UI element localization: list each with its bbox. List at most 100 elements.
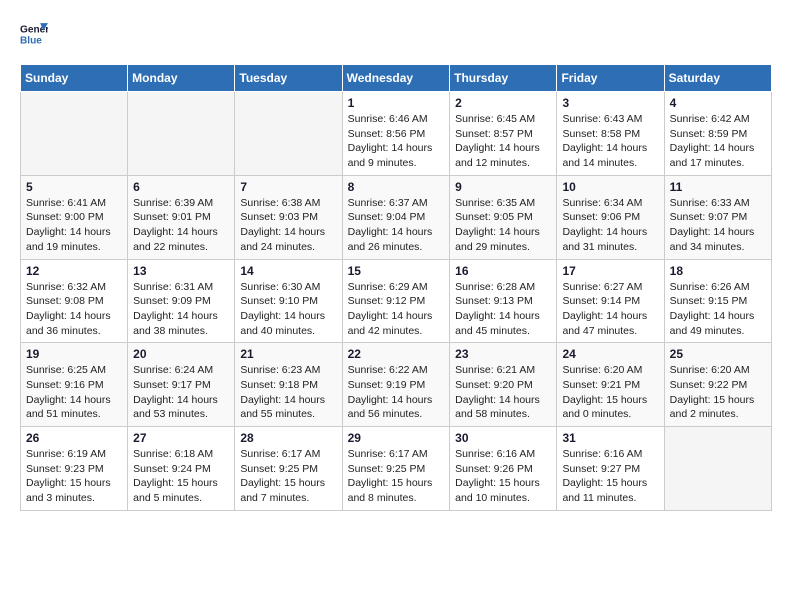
calendar-cell <box>664 427 771 511</box>
calendar-cell: 13 Sunrise: 6:31 AMSunset: 9:09 PMDayligh… <box>128 259 235 343</box>
calendar-cell: 16 Sunrise: 6:28 AMSunset: 9:13 PMDayligh… <box>450 259 557 343</box>
calendar-cell: 14 Sunrise: 6:30 AMSunset: 9:10 PMDayligh… <box>235 259 342 343</box>
calendar-cell: 21 Sunrise: 6:23 AMSunset: 9:18 PMDayligh… <box>235 343 342 427</box>
calendar-cell: 25 Sunrise: 6:20 AMSunset: 9:22 PMDayligh… <box>664 343 771 427</box>
day-info: Sunrise: 6:22 AMSunset: 9:19 PMDaylight:… <box>348 363 445 422</box>
day-number: 2 <box>455 96 551 110</box>
calendar-cell <box>21 92 128 176</box>
day-info: Sunrise: 6:34 AMSunset: 9:06 PMDaylight:… <box>562 196 658 255</box>
day-info: Sunrise: 6:30 AMSunset: 9:10 PMDaylight:… <box>240 280 336 339</box>
day-number: 25 <box>670 347 766 361</box>
svg-text:Blue: Blue <box>20 35 42 46</box>
day-number: 22 <box>348 347 445 361</box>
day-number: 30 <box>455 431 551 445</box>
day-info: Sunrise: 6:29 AMSunset: 9:12 PMDaylight:… <box>348 280 445 339</box>
calendar-cell: 30 Sunrise: 6:16 AMSunset: 9:26 PMDayligh… <box>450 427 557 511</box>
day-number: 17 <box>562 264 658 278</box>
day-number: 24 <box>562 347 658 361</box>
col-header-tuesday: Tuesday <box>235 65 342 92</box>
calendar-cell: 22 Sunrise: 6:22 AMSunset: 9:19 PMDayligh… <box>342 343 450 427</box>
day-number: 6 <box>133 180 229 194</box>
col-header-monday: Monday <box>128 65 235 92</box>
day-info: Sunrise: 6:39 AMSunset: 9:01 PMDaylight:… <box>133 196 229 255</box>
day-info: Sunrise: 6:17 AMSunset: 9:25 PMDaylight:… <box>240 447 336 506</box>
calendar-cell: 26 Sunrise: 6:19 AMSunset: 9:23 PMDayligh… <box>21 427 128 511</box>
day-number: 7 <box>240 180 336 194</box>
day-info: Sunrise: 6:18 AMSunset: 9:24 PMDaylight:… <box>133 447 229 506</box>
day-number: 3 <box>562 96 658 110</box>
calendar-cell: 19 Sunrise: 6:25 AMSunset: 9:16 PMDayligh… <box>21 343 128 427</box>
calendar-cell: 1 Sunrise: 6:46 AMSunset: 8:56 PMDaylight… <box>342 92 450 176</box>
day-info: Sunrise: 6:19 AMSunset: 9:23 PMDaylight:… <box>26 447 122 506</box>
calendar-cell: 31Sunrise: 6:16 AMSunset: 9:27 PMDayligh… <box>557 427 664 511</box>
logo-icon: General Blue <box>20 20 48 48</box>
day-info: Sunrise: 6:23 AMSunset: 9:18 PMDaylight:… <box>240 363 336 422</box>
day-info: Sunrise: 6:31 AMSunset: 9:09 PMDaylight:… <box>133 280 229 339</box>
day-number: 11 <box>670 180 766 194</box>
calendar-cell: 15 Sunrise: 6:29 AMSunset: 9:12 PMDayligh… <box>342 259 450 343</box>
day-info: Sunrise: 6:24 AMSunset: 9:17 PMDaylight:… <box>133 363 229 422</box>
day-number: 16 <box>455 264 551 278</box>
calendar-cell: 28 Sunrise: 6:17 AMSunset: 9:25 PMDayligh… <box>235 427 342 511</box>
day-info: Sunrise: 6:25 AMSunset: 9:16 PMDaylight:… <box>26 363 122 422</box>
logo: General Blue <box>20 20 48 48</box>
day-info: Sunrise: 6:27 AMSunset: 9:14 PMDaylight:… <box>562 280 658 339</box>
day-number: 19 <box>26 347 122 361</box>
day-info: Sunrise: 6:42 AMSunset: 8:59 PMDaylight:… <box>670 112 766 171</box>
day-number: 8 <box>348 180 445 194</box>
day-number: 26 <box>26 431 122 445</box>
calendar-cell: 2 Sunrise: 6:45 AMSunset: 8:57 PMDaylight… <box>450 92 557 176</box>
day-number: 21 <box>240 347 336 361</box>
calendar-cell <box>235 92 342 176</box>
day-number: 31 <box>562 431 658 445</box>
day-info: Sunrise: 6:46 AMSunset: 8:56 PMDaylight:… <box>348 112 445 171</box>
day-number: 20 <box>133 347 229 361</box>
day-number: 15 <box>348 264 445 278</box>
day-info: Sunrise: 6:28 AMSunset: 9:13 PMDaylight:… <box>455 280 551 339</box>
day-info: Sunrise: 6:37 AMSunset: 9:04 PMDaylight:… <box>348 196 445 255</box>
calendar-cell: 6 Sunrise: 6:39 AMSunset: 9:01 PMDaylight… <box>128 175 235 259</box>
day-number: 9 <box>455 180 551 194</box>
calendar-cell: 18 Sunrise: 6:26 AMSunset: 9:15 PMDayligh… <box>664 259 771 343</box>
calendar-cell: 8 Sunrise: 6:37 AMSunset: 9:04 PMDaylight… <box>342 175 450 259</box>
calendar-cell: 29 Sunrise: 6:17 AMSunset: 9:25 PMDayligh… <box>342 427 450 511</box>
calendar-cell: 20 Sunrise: 6:24 AMSunset: 9:17 PMDayligh… <box>128 343 235 427</box>
day-number: 14 <box>240 264 336 278</box>
calendar-cell: 24 Sunrise: 6:20 AMSunset: 9:21 PMDayligh… <box>557 343 664 427</box>
day-info: Sunrise: 6:43 AMSunset: 8:58 PMDaylight:… <box>562 112 658 171</box>
day-number: 13 <box>133 264 229 278</box>
calendar-cell: 11 Sunrise: 6:33 AMSunset: 9:07 PMDayligh… <box>664 175 771 259</box>
calendar-cell <box>128 92 235 176</box>
calendar-cell: 4 Sunrise: 6:42 AMSunset: 8:59 PMDaylight… <box>664 92 771 176</box>
calendar-cell: 27 Sunrise: 6:18 AMSunset: 9:24 PMDayligh… <box>128 427 235 511</box>
day-number: 4 <box>670 96 766 110</box>
col-header-friday: Friday <box>557 65 664 92</box>
day-number: 12 <box>26 264 122 278</box>
day-number: 5 <box>26 180 122 194</box>
calendar-cell: 9Sunrise: 6:35 AMSunset: 9:05 PMDaylight… <box>450 175 557 259</box>
day-info: Sunrise: 6:16 AMSunset: 9:26 PMDaylight:… <box>455 447 551 506</box>
day-number: 1 <box>348 96 445 110</box>
day-info: Sunrise: 6:21 AMSunset: 9:20 PMDaylight:… <box>455 363 551 422</box>
day-number: 23 <box>455 347 551 361</box>
day-number: 28 <box>240 431 336 445</box>
day-number: 10 <box>562 180 658 194</box>
day-number: 27 <box>133 431 229 445</box>
day-info: Sunrise: 6:41 AMSunset: 9:00 PMDaylight:… <box>26 196 122 255</box>
day-info: Sunrise: 6:45 AMSunset: 8:57 PMDaylight:… <box>455 112 551 171</box>
day-info: Sunrise: 6:33 AMSunset: 9:07 PMDaylight:… <box>670 196 766 255</box>
calendar-cell: 23 Sunrise: 6:21 AMSunset: 9:20 PMDayligh… <box>450 343 557 427</box>
calendar-table: SundayMondayTuesdayWednesdayThursdayFrid… <box>20 64 772 511</box>
day-number: 18 <box>670 264 766 278</box>
day-info: Sunrise: 6:20 AMSunset: 9:22 PMDaylight:… <box>670 363 766 422</box>
calendar-cell: 17 Sunrise: 6:27 AMSunset: 9:14 PMDayligh… <box>557 259 664 343</box>
col-header-thursday: Thursday <box>450 65 557 92</box>
day-info: Sunrise: 6:17 AMSunset: 9:25 PMDaylight:… <box>348 447 445 506</box>
day-info: Sunrise: 6:32 AMSunset: 9:08 PMDaylight:… <box>26 280 122 339</box>
day-info: Sunrise: 6:26 AMSunset: 9:15 PMDaylight:… <box>670 280 766 339</box>
day-number: 29 <box>348 431 445 445</box>
col-header-saturday: Saturday <box>664 65 771 92</box>
col-header-wednesday: Wednesday <box>342 65 450 92</box>
day-info: Sunrise: 6:38 AMSunset: 9:03 PMDaylight:… <box>240 196 336 255</box>
day-info: Sunrise: 6:20 AMSunset: 9:21 PMDaylight:… <box>562 363 658 422</box>
